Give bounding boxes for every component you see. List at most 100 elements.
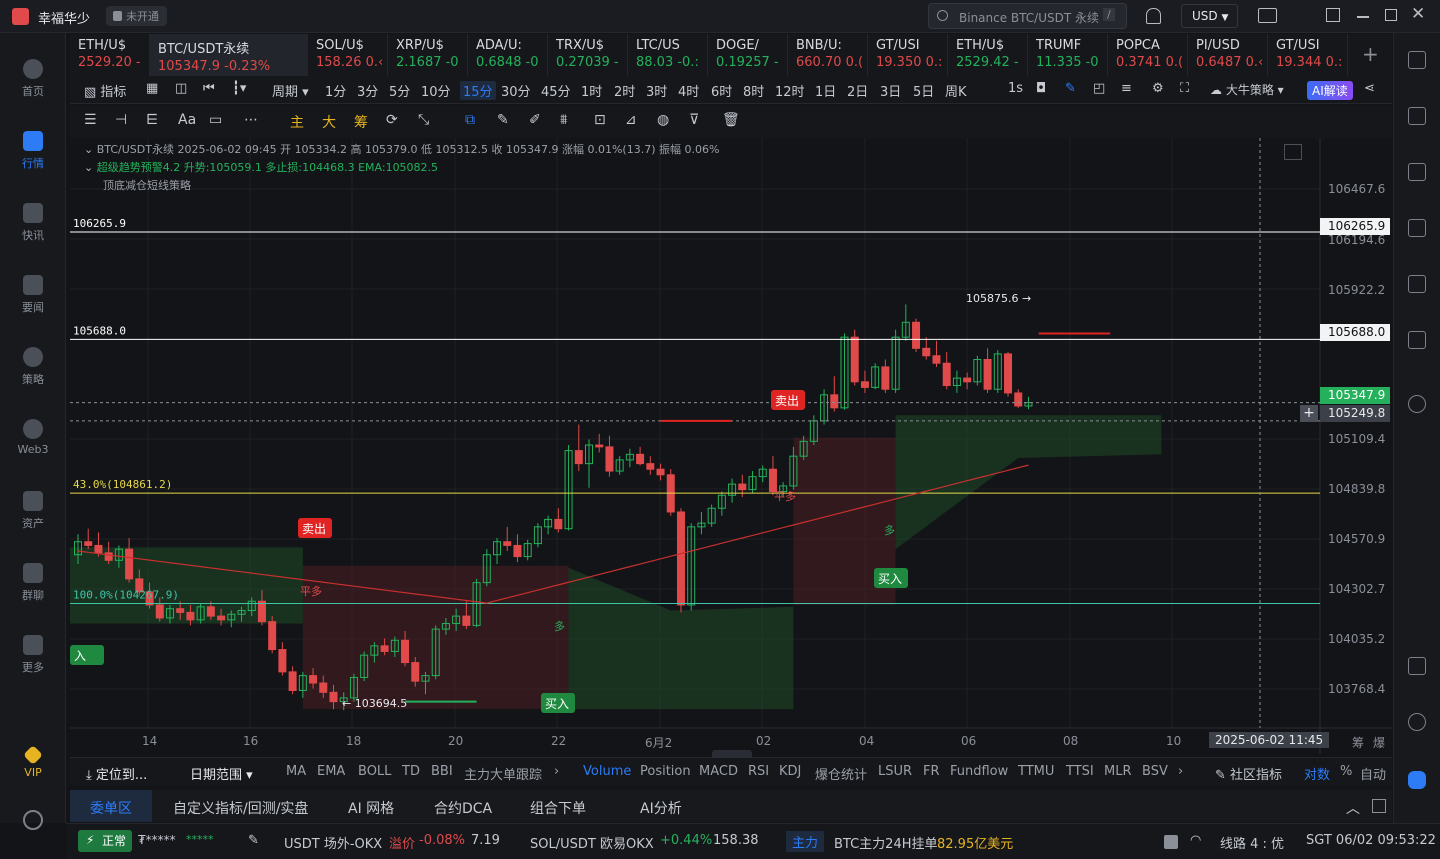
indicator-kdj[interactable]: KDJ — [779, 764, 801, 779]
chart-type-icon[interactable]: ┇▾ — [232, 81, 246, 96]
nav-item-assets[interactable]: 资产 — [0, 483, 66, 543]
big-order-toggle[interactable]: 大 — [322, 112, 336, 132]
ticker-tab[interactable]: GT/USI 19.350 0.: — [868, 34, 948, 76]
chip-corner[interactable]: 筹 — [1352, 734, 1364, 751]
replay-icon[interactable]: ⏮ — [203, 81, 215, 96]
indicator-mlr[interactable]: MLR — [1104, 764, 1132, 779]
tab-custom-indicators[interactable]: 自定义指标/回测/实盘 — [173, 798, 308, 818]
auto-toggle[interactable]: 自动 — [1360, 764, 1386, 783]
period-option[interactable]: 10分 — [421, 81, 451, 100]
nav-item-vip[interactable]: VIP — [0, 737, 66, 797]
exchange-icon[interactable] — [1408, 395, 1426, 413]
indicator-fundflow[interactable]: Fundflow — [950, 764, 1008, 779]
locate-button[interactable]: ⤓ 定位到... — [86, 764, 147, 783]
period-option[interactable]: 5分 — [389, 81, 410, 100]
nav-item-market[interactable]: 行情 — [0, 123, 66, 183]
period-option[interactable]: 周K — [945, 81, 967, 100]
kline-svg[interactable]: 106265.9 105688.0 43.0%(104861.2) 100.0%(10… — [70, 138, 1392, 754]
tab-ai-grid[interactable]: AI 网格 — [348, 798, 394, 818]
nav-item-news[interactable]: 快讯 — [0, 195, 66, 255]
card-icon[interactable] — [1408, 331, 1426, 349]
indicator-volume[interactable]: Volume — [583, 764, 631, 779]
tab-contract-dca[interactable]: 合约DCA — [434, 798, 492, 818]
nav-item-web3[interactable]: Web3 — [0, 411, 66, 471]
tab-ai-analysis[interactable]: AI分析 — [640, 798, 682, 818]
pattern-tool-icon[interactable]: ⩩ — [560, 112, 567, 128]
ticker-tab[interactable]: ETH/U$ 2529.20 - — [70, 34, 150, 76]
expand-icon[interactable] — [1372, 799, 1386, 813]
period-option[interactable]: 1时 — [581, 81, 602, 100]
text-tool[interactable]: Aa — [178, 112, 196, 128]
nav-item-chat[interactable]: 群聊 — [0, 555, 66, 615]
search-input[interactable]: Binance BTC/USDT 永续 / — [928, 3, 1127, 29]
period-option[interactable]: 2日 — [847, 81, 868, 100]
tab-combo-order[interactable]: 组合下单 — [530, 798, 586, 818]
account-status-badge[interactable]: 未开通 — [106, 6, 167, 26]
community-indicators[interactable]: ✎ 社区指标 — [1215, 764, 1282, 783]
indicator-macd[interactable]: MACD — [699, 764, 738, 779]
brush-tool-icon[interactable]: ⤡ — [418, 112, 429, 128]
menu-icon[interactable]: ☰ — [84, 112, 97, 128]
ruler-tool-icon[interactable]: ▭ — [209, 112, 222, 128]
interval-1s[interactable]: 1s — [1008, 81, 1023, 96]
edit-tool-icon[interactable]: ⊿ — [625, 112, 637, 128]
period-option-selected[interactable]: 15分 — [460, 81, 496, 100]
eraser-tool-icon[interactable]: ◍ — [657, 112, 669, 128]
magnet-tool-icon[interactable]: ⧉ — [465, 112, 475, 128]
nav-item-more[interactable]: 更多 — [0, 627, 66, 687]
trend-icon[interactable] — [1408, 219, 1426, 237]
period-option[interactable]: 45分 — [541, 81, 571, 100]
popout-icon[interactable] — [1326, 8, 1340, 22]
ticker-tab[interactable]: POPCA 0.3741 0.( — [1108, 34, 1188, 76]
ticker-tab-active[interactable]: BTC/USDT永续 105347.9 -0.23% — [150, 34, 308, 76]
collapse-icon[interactable]: ⌄ — [84, 143, 97, 156]
indicator-bsv[interactable]: BSV — [1142, 764, 1168, 779]
share-icon[interactable]: ⋖ — [1364, 81, 1375, 96]
ticker-tab[interactable]: DOGE/0.19257 - — [708, 34, 788, 76]
robot-icon[interactable] — [1408, 771, 1426, 789]
indicator-td[interactable]: TD — [402, 764, 420, 779]
indicator-boll[interactable]: BOLL — [358, 764, 391, 779]
ticker-tab[interactable]: SOL/U$ 158.26 0.‹ — [308, 34, 388, 76]
indicator-liquidation[interactable]: 爆仓统计 — [815, 764, 867, 783]
percent-toggle[interactable]: % — [1340, 764, 1352, 779]
monitor-icon[interactable] — [1408, 275, 1426, 293]
nav-item-home[interactable]: 首页 — [0, 51, 66, 111]
nav-item-strategy[interactable]: 策略 — [0, 339, 66, 399]
settings-icon[interactable] — [23, 810, 43, 830]
resize-handle-icon[interactable] — [712, 750, 752, 758]
period-option[interactable]: 6时 — [711, 81, 732, 100]
ai-interpret-button[interactable]: AI解读 — [1307, 81, 1353, 100]
edit-icon[interactable]: ✎ — [248, 833, 259, 848]
bell-icon[interactable] — [1146, 8, 1161, 24]
indicator-main-order[interactable]: 主力大单跟踪 — [464, 764, 542, 783]
tab-orders[interactable]: 委单区 — [70, 790, 152, 822]
gear-icon[interactable]: ⚙ — [1152, 81, 1164, 96]
indicators-button[interactable]: ▧ 指标 — [84, 81, 126, 100]
indicator-position[interactable]: Position — [640, 764, 691, 779]
more-tools-icon[interactable]: ⋯ — [244, 112, 258, 128]
ticker-tab[interactable]: ETH/U$ 2529.42 - — [948, 34, 1028, 76]
period-option[interactable]: 3日 — [880, 81, 901, 100]
fullscreen-icon[interactable]: ⛶ — [1180, 81, 1189, 96]
alert-tool-icon[interactable]: ⟳ — [386, 112, 398, 128]
highlighter-tool-icon[interactable]: ✐ — [529, 112, 541, 128]
maximize-icon[interactable] — [1385, 9, 1397, 21]
chip-toggle[interactable]: 筹 — [354, 112, 368, 132]
indicator-fr[interactable]: FR — [923, 764, 940, 779]
collapse-up-icon[interactable]: ︿ — [1346, 798, 1360, 818]
pencil-tool-icon[interactable]: ✎ — [497, 112, 509, 128]
mail-icon[interactable] — [1258, 8, 1277, 23]
list-icon[interactable]: ≡ — [1121, 81, 1132, 96]
indicator-rsi[interactable]: RSI — [748, 764, 769, 779]
filter-tool-icon[interactable]: ⊽ — [689, 112, 699, 128]
minimize-icon[interactable] — [1357, 16, 1369, 18]
expand-panel-icon[interactable] — [1284, 144, 1302, 160]
log-toggle[interactable]: 对数 — [1304, 764, 1330, 783]
trade-icon[interactable] — [1408, 163, 1426, 181]
ticker-tab[interactable]: TRX/U$ 0.27039 - — [548, 34, 628, 76]
add-alert-icon[interactable]: + — [1300, 405, 1318, 422]
indicator-scroll-icon[interactable]: › — [554, 764, 559, 779]
period-option[interactable]: 5日 — [913, 81, 934, 100]
date-range-select[interactable]: 日期范围 ▾ — [190, 764, 253, 783]
